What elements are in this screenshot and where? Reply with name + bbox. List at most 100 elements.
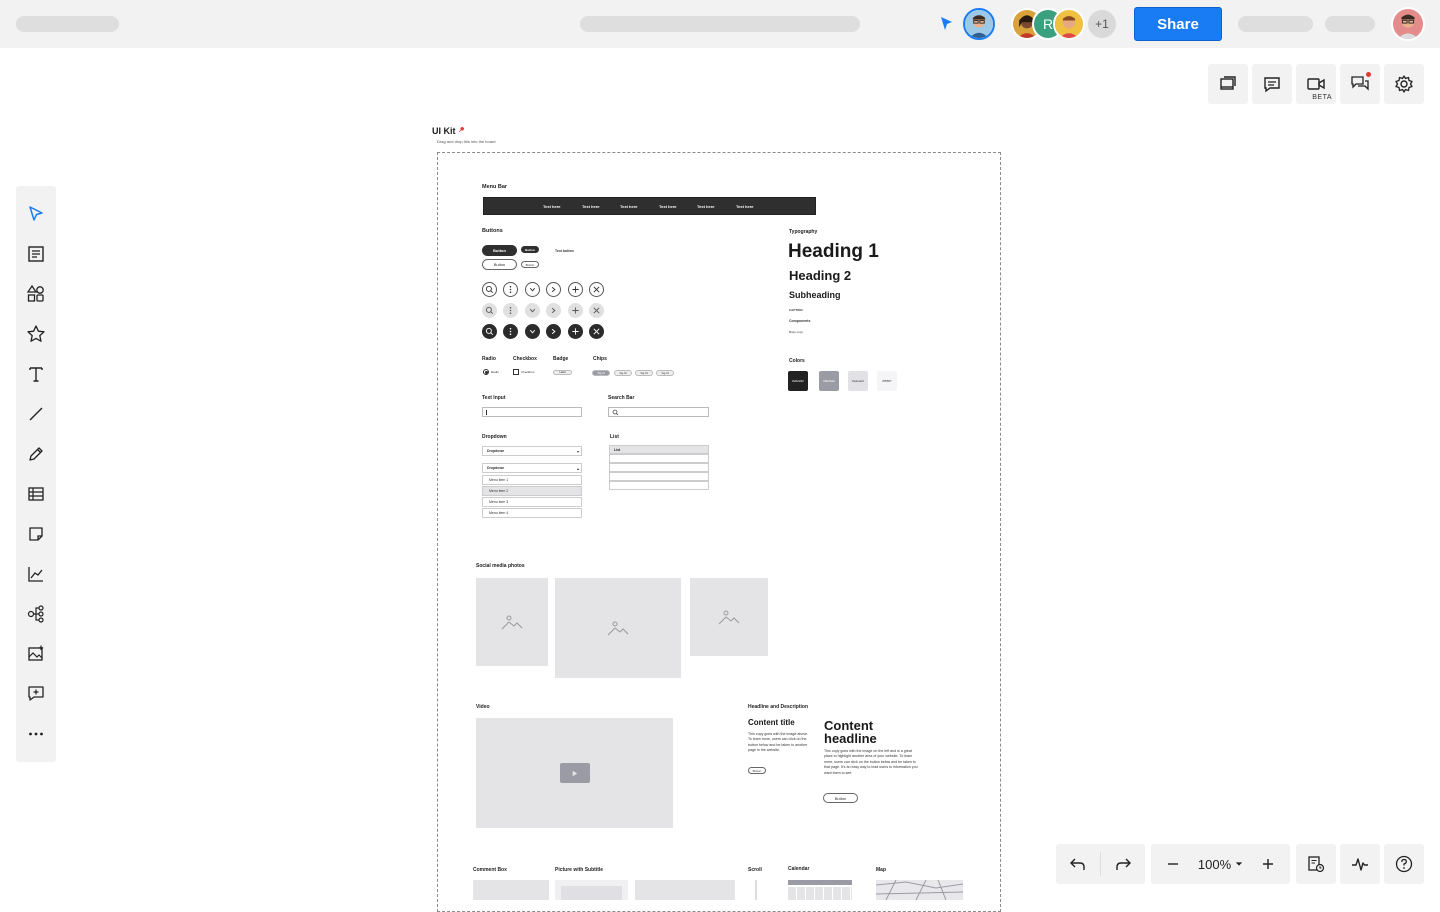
icon-button-close[interactable] [589,282,604,297]
color-swatch[interactable]: #f5f5f7 [877,371,897,391]
chat-button[interactable] [1340,64,1380,104]
board-history-button[interactable] [1296,844,1336,884]
chart-tool[interactable] [16,554,56,594]
icon-button-search[interactable] [482,282,497,297]
history-panel-button[interactable] [1296,844,1336,884]
icon-button-search[interactable] [482,303,497,318]
color-swatch[interactable]: #e2e2e6 [848,371,868,391]
content-headline-button[interactable]: Button [823,793,858,803]
icon-button-plus[interactable] [568,303,583,318]
video-placeholder[interactable] [476,718,673,828]
icon-button-plus[interactable] [568,282,583,297]
outline-button-sample[interactable]: Button [482,259,517,270]
photo-placeholder[interactable] [555,578,681,678]
pen-tool[interactable] [16,434,56,474]
list-header-row[interactable]: List [609,445,709,454]
list-row[interactable] [609,454,709,463]
search-bar-sample[interactable] [608,407,709,417]
icon-button-close[interactable] [589,303,604,318]
icon-button-close[interactable] [589,324,604,339]
calendar-sample[interactable] [788,880,852,900]
pages-button[interactable] [1208,64,1248,104]
icon-button-search[interactable] [482,324,497,339]
dropdown-expanded[interactable]: Dropdown ▴ [482,463,582,473]
icon-button-chevron-down[interactable] [525,324,540,339]
icon-button-plus[interactable] [568,324,583,339]
activity-panel-button[interactable] [1340,844,1380,884]
picture-subtitle-sample-2[interactable] [635,880,735,900]
select-tool[interactable] [16,194,56,234]
icon-button-more[interactable] [503,282,518,297]
picture-subtitle-sample[interactable] [555,880,628,900]
color-swatch[interactable]: #9b9ba6 [819,371,839,391]
chip-sample[interactable]: Tag 04 [656,370,674,376]
primary-small-button-sample[interactable]: Button [521,246,539,253]
color-swatch[interactable]: #222222 [788,371,808,391]
text-button-sample[interactable]: Text button [555,249,574,253]
toolbar-placeholder-1[interactable] [1238,16,1313,32]
dropdown-menu-item[interactable]: Menu item 1 [482,475,582,485]
dropdown-collapsed[interactable]: Dropdown ▾ [482,446,582,456]
stickers-tool[interactable] [16,314,56,354]
list-row[interactable] [609,472,709,481]
text-input-sample[interactable] [482,407,582,417]
outline-small-button-sample[interactable]: Button [521,261,539,268]
help-button[interactable] [1384,844,1424,884]
scrollbar-sample[interactable] [755,880,757,900]
photo-placeholder[interactable] [690,578,768,656]
map-sample[interactable] [876,880,963,900]
icon-button-chevron-right[interactable] [546,282,561,297]
templates-tool[interactable] [16,234,56,274]
avatar-collaborator-3[interactable] [1053,8,1085,40]
frame-title[interactable]: UI Kit [432,126,465,136]
content-button[interactable]: Button [748,767,766,774]
icon-button-chevron-right[interactable] [546,324,561,339]
toolbar-placeholder-2[interactable] [1325,16,1375,32]
dropdown-menu-item[interactable]: Menu item 4 [482,508,582,518]
list-row[interactable] [609,481,709,490]
dropdown-menu-item[interactable]: Menu item 3 [482,497,582,507]
icon-button-chevron-down[interactable] [525,282,540,297]
redo-button[interactable] [1101,844,1145,884]
avatar-following-user[interactable] [963,8,995,40]
undo-button[interactable] [1056,844,1100,884]
image-upload-tool[interactable] [16,634,56,674]
share-button[interactable]: Share [1134,7,1222,41]
board-title-placeholder[interactable] [16,16,119,32]
sticky-note-tool[interactable] [16,514,56,554]
table-tool[interactable] [16,474,56,514]
help-panel-button[interactable] [1384,844,1424,884]
more-tools[interactable] [16,714,56,754]
current-user-avatar[interactable] [1391,7,1425,41]
comment-add-tool[interactable] [16,674,56,714]
shapes-tool[interactable] [16,274,56,314]
zoom-in-button[interactable] [1246,844,1290,884]
zoom-out-button[interactable] [1151,844,1195,884]
primary-button-sample[interactable]: Button [482,245,517,256]
chip-sample[interactable]: Tag 01 [592,370,610,376]
plus-icon [572,286,579,293]
comment-box-sample[interactable] [473,880,549,900]
chip-sample[interactable]: Tag 02 [614,370,632,376]
play-button[interactable] [559,763,590,783]
mindmap-tool[interactable] [16,594,56,634]
photo-placeholder[interactable] [476,578,548,666]
dropdown-menu-item[interactable]: Menu item 2 [482,486,582,496]
chip-sample[interactable]: Tag 03 [635,370,653,376]
icon-button-more[interactable] [503,303,518,318]
icon-button-chevron-down[interactable] [525,303,540,318]
list-row[interactable] [609,463,709,472]
video-call-button[interactable]: BETA [1296,64,1336,104]
line-tool[interactable] [16,394,56,434]
icon-button-chevron-right[interactable] [546,303,561,318]
comments-button[interactable] [1252,64,1292,104]
radio-sample[interactable] [483,369,489,375]
checkbox-sample[interactable] [513,369,519,375]
text-tool[interactable] [16,354,56,394]
icon-button-more[interactable] [503,324,518,339]
menu-bar-sample[interactable]: Text here Text here Text here Text here … [483,197,816,215]
extra-collaborators-count[interactable]: +1 [1086,8,1118,40]
activity-button[interactable] [1340,844,1380,884]
settings-button[interactable] [1384,64,1424,104]
zoom-level-dropdown[interactable]: 100% [1195,844,1246,884]
